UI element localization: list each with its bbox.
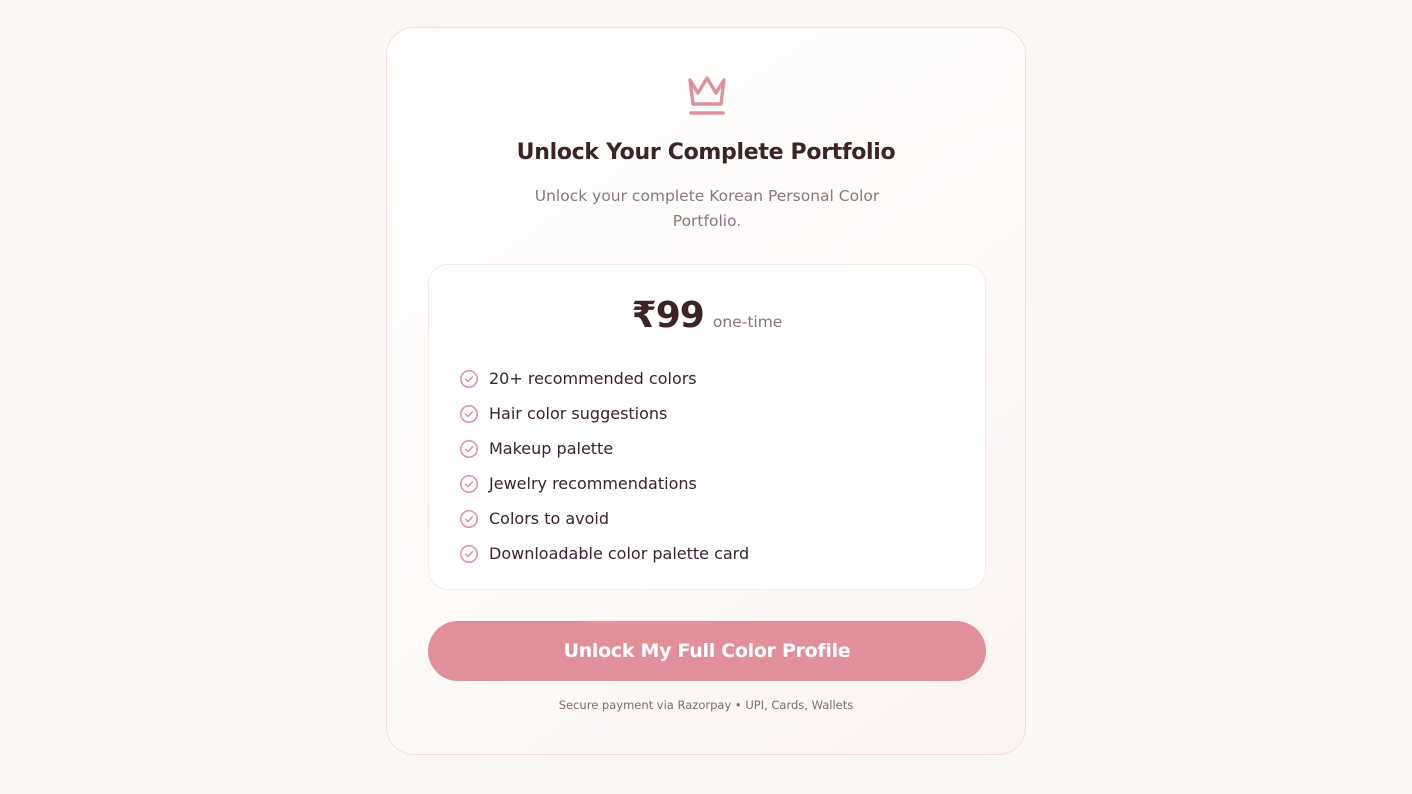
pricing-panel: ₹99 one-time 20+ recommended colors Hair… — [428, 264, 986, 590]
feature-label: Downloadable color palette card — [489, 544, 750, 563]
feature-label: Jewelry recommendations — [489, 474, 697, 493]
check-circle-icon — [460, 544, 478, 563]
feature-item: Hair color suggestions — [459, 396, 749, 431]
feature-item: Colors to avoid — [459, 501, 749, 536]
crown-icon — [688, 76, 726, 115]
unlock-profile-button[interactable]: Unlock My Full Color Profile — [428, 621, 986, 681]
feature-label: Colors to avoid — [489, 509, 610, 528]
page-title: Unlock Your Complete Portfolio — [516, 140, 896, 165]
check-circle-icon — [460, 509, 478, 528]
price-term: one-time — [712, 313, 783, 331]
feature-label: Makeup palette — [489, 439, 614, 458]
page-subtitle: Unlock your complete Korean Personal Col… — [534, 187, 880, 230]
unlock-card: Unlock Your Complete Portfolio Unlock yo… — [386, 27, 1026, 755]
feature-label: Hair color suggestions — [489, 404, 668, 423]
feature-item: 20+ recommended colors — [459, 361, 749, 396]
feature-label: 20+ recommended colors — [489, 369, 697, 388]
check-circle-icon — [460, 474, 478, 493]
price-amount: ₹99 — [631, 295, 705, 336]
feature-item: Downloadable color palette card — [459, 536, 749, 571]
price-row: ₹99 one-time — [429, 295, 985, 336]
feature-item: Jewelry recommendations — [459, 466, 749, 501]
feature-list: 20+ recommended colors Hair color sugges… — [459, 361, 749, 571]
check-circle-icon — [460, 404, 478, 423]
payment-note: Secure payment via Razorpay • UPI, Cards… — [558, 698, 854, 712]
check-circle-icon — [460, 439, 478, 458]
check-circle-icon — [460, 369, 478, 388]
feature-item: Makeup palette — [459, 431, 749, 466]
